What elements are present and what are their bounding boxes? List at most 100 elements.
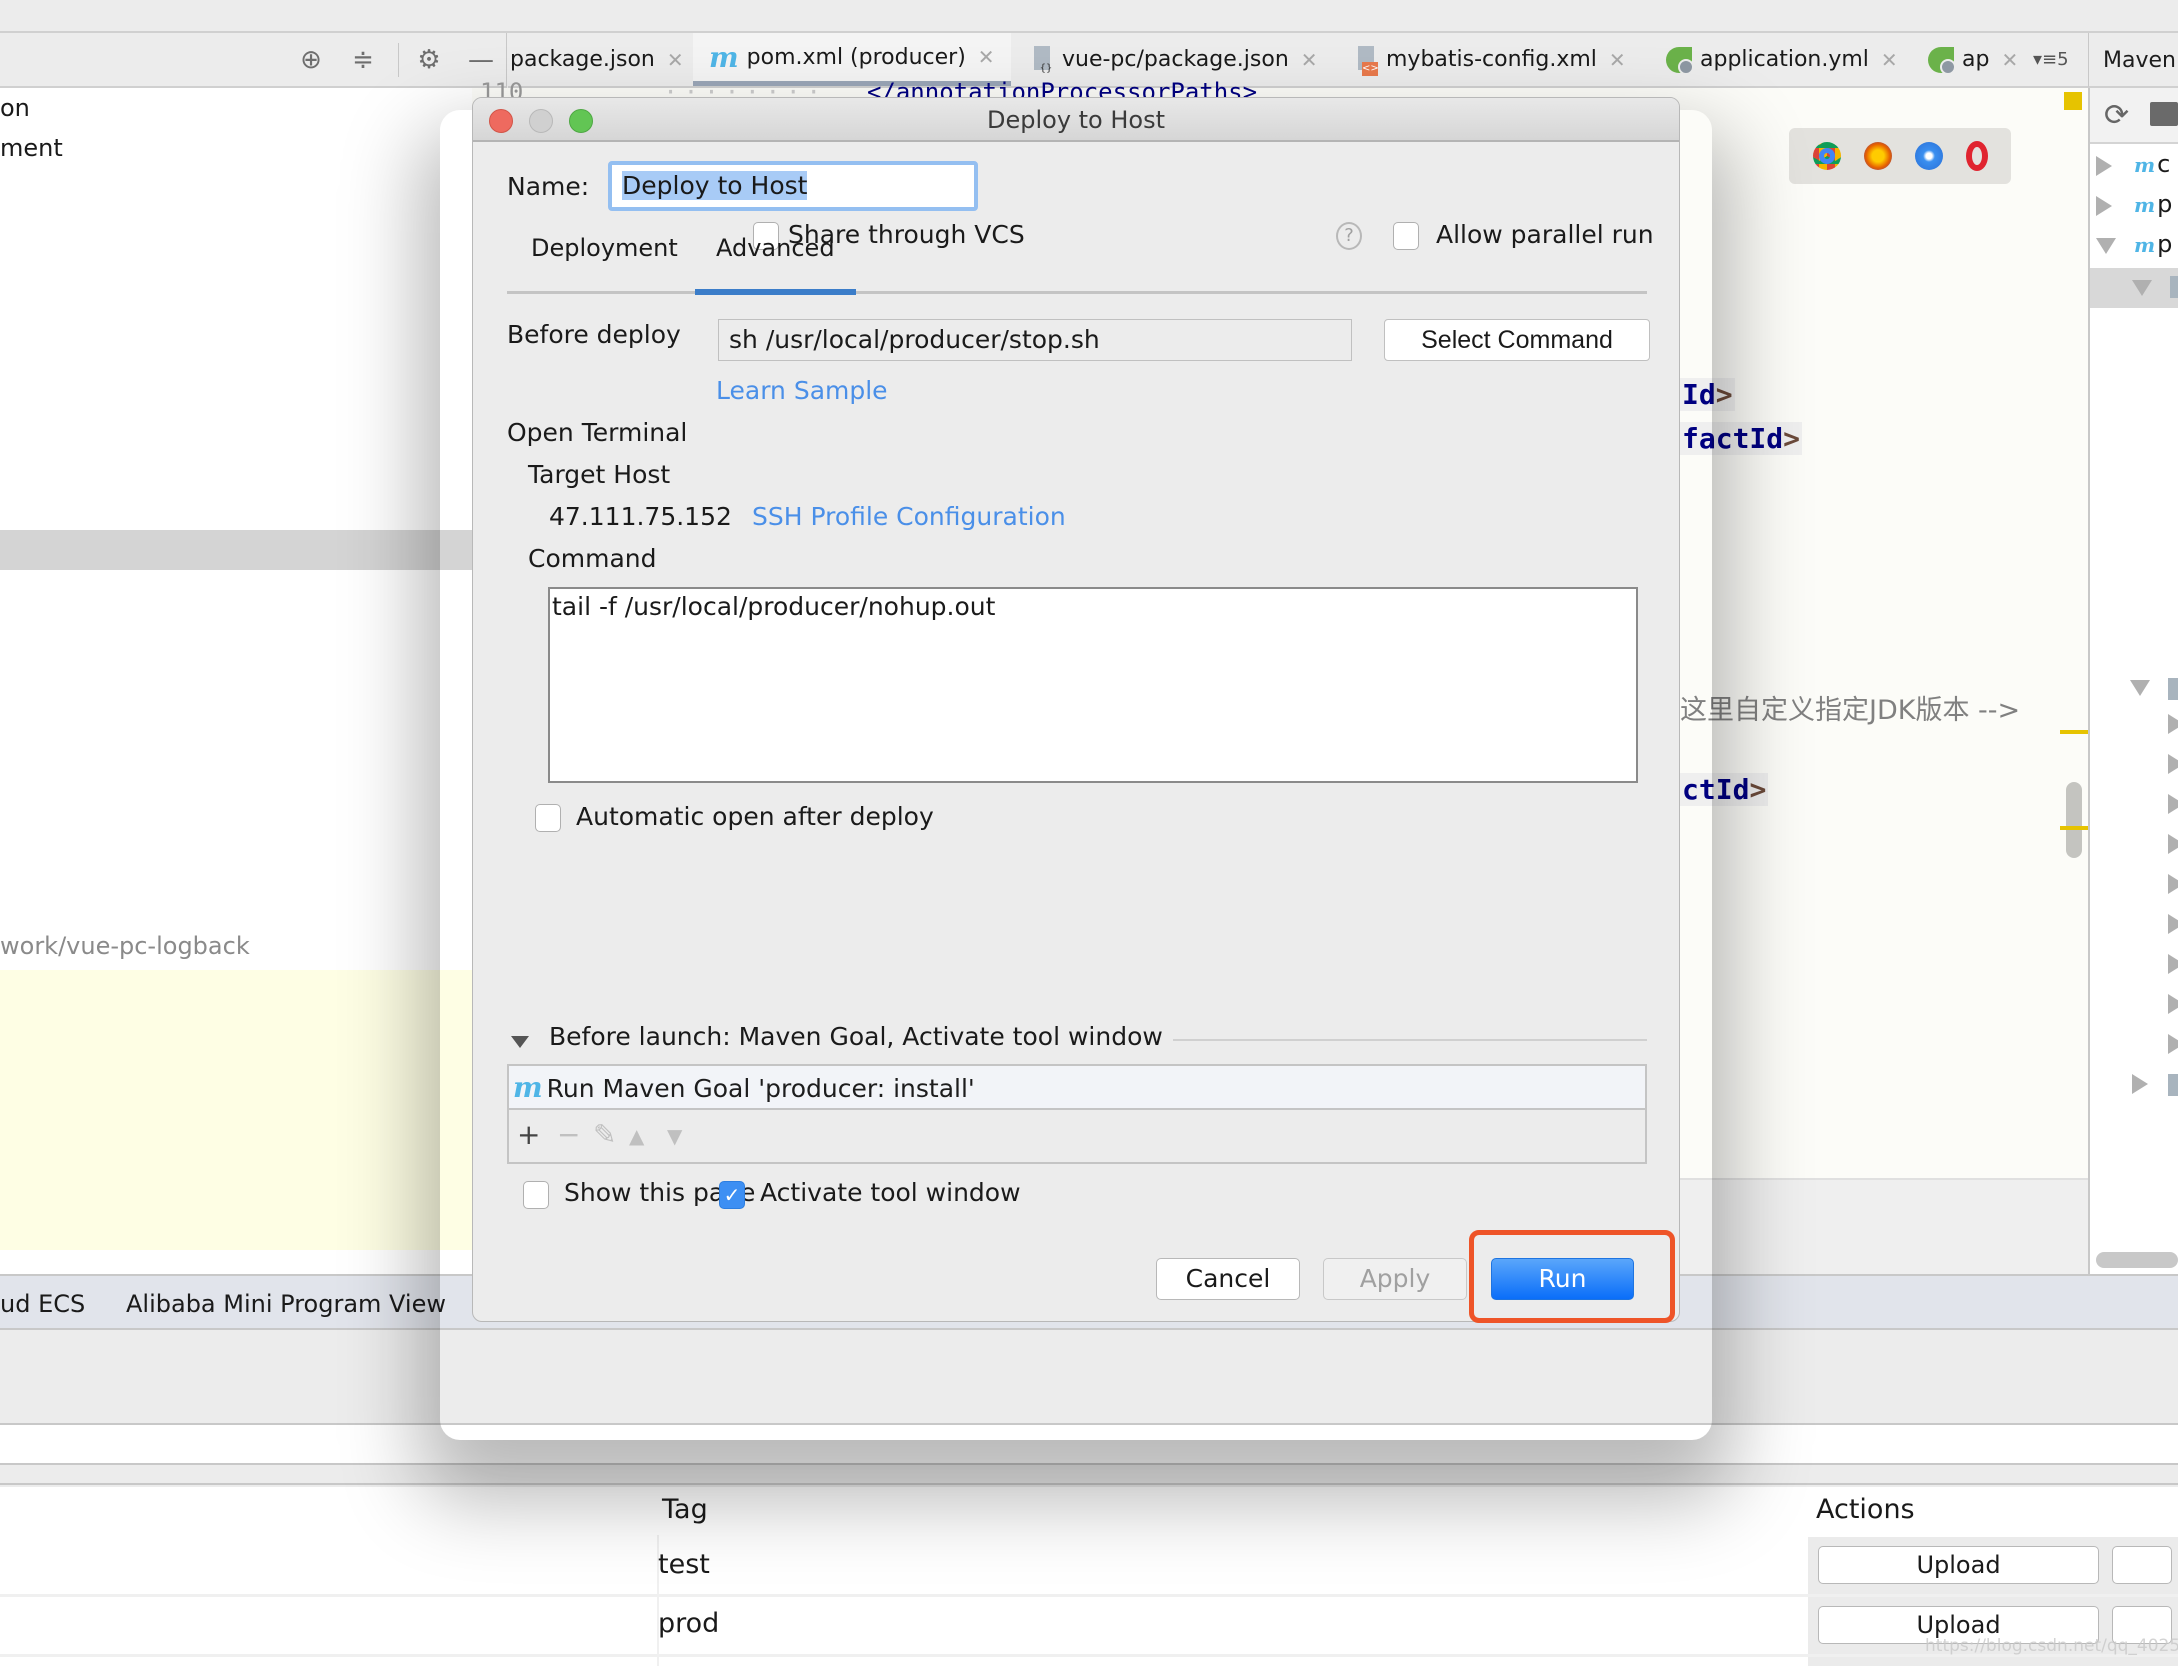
name-label: Name: bbox=[507, 172, 590, 201]
crosshair-icon[interactable]: ⊕ bbox=[296, 45, 326, 75]
project-path: work/vue-pc-logback bbox=[0, 932, 250, 960]
before-deploy-label: Before deploy bbox=[507, 320, 681, 349]
close-icon[interactable]: ✕ bbox=[2001, 48, 2018, 72]
expand-arrow-icon[interactable] bbox=[2168, 874, 2178, 894]
cancel-button[interactable]: Cancel bbox=[1156, 1258, 1300, 1300]
show-page-checkbox[interactable] bbox=[523, 1181, 549, 1209]
refresh-icon[interactable]: ⟳ bbox=[2104, 98, 2129, 133]
before-deploy-input[interactable]: sh /usr/local/producer/stop.sh bbox=[718, 319, 1352, 361]
maven-panel-title[interactable]: Maven bbox=[2088, 33, 2178, 88]
xml-file-icon: <> bbox=[1356, 45, 1379, 76]
safari-icon[interactable] bbox=[1914, 142, 1943, 170]
move-up-icon[interactable]: ▲ bbox=[629, 1124, 644, 1148]
collapse-arrow-icon[interactable] bbox=[2132, 280, 2152, 296]
error-stripe-marker[interactable] bbox=[2060, 730, 2088, 734]
expand-arrow-icon[interactable] bbox=[2096, 156, 2112, 176]
tab-ap[interactable]: ap ✕ bbox=[1928, 33, 2018, 86]
project-item[interactable]: on bbox=[0, 94, 30, 122]
editor-footer bbox=[1680, 1178, 2088, 1274]
close-icon[interactable]: ✕ bbox=[1881, 48, 1898, 72]
expand-arrow-icon[interactable] bbox=[2168, 914, 2178, 934]
watermark: https://blog.csdn.net/qq_40250122 bbox=[1925, 1636, 2178, 1656]
maven-selected-row[interactable] bbox=[2090, 268, 2178, 308]
activate-tool-checkbox[interactable]: ✓ bbox=[719, 1181, 745, 1209]
row-action-button[interactable] bbox=[2112, 1546, 2172, 1584]
firefox-icon[interactable] bbox=[1863, 142, 1892, 170]
maven-node[interactable]: mp bbox=[2134, 230, 2172, 258]
auto-open-label[interactable]: Automatic open after deploy bbox=[576, 802, 934, 831]
expand-arrow-icon[interactable] bbox=[2168, 714, 2178, 734]
maven-toolbar: ⟳ bbox=[2090, 88, 2178, 144]
minimize-icon[interactable]: — bbox=[466, 45, 496, 75]
expand-arrow-icon[interactable] bbox=[2168, 954, 2178, 974]
activate-tool-label[interactable]: Activate tool window bbox=[760, 1178, 1021, 1207]
before-launch-item[interactable]: m Run Maven Goal 'producer: install' bbox=[509, 1066, 1645, 1110]
command-textarea[interactable]: tail -f /usr/local/producer/nohup.out bbox=[548, 587, 1638, 783]
before-launch-list: m Run Maven Goal 'producer: install' + − … bbox=[507, 1064, 1647, 1164]
ssh-profile-link[interactable]: SSH Profile Configuration bbox=[752, 502, 1066, 531]
chrome-icon[interactable] bbox=[1812, 142, 1841, 170]
name-input[interactable]: Deploy to Host bbox=[608, 161, 978, 211]
maximize-window-button[interactable] bbox=[569, 109, 593, 133]
tool-window-ecs[interactable]: ud ECS bbox=[0, 1290, 85, 1318]
expand-arrow-icon[interactable] bbox=[2168, 1034, 2178, 1054]
close-icon[interactable]: ✕ bbox=[978, 45, 995, 69]
allow-parallel-label[interactable]: Allow parallel run bbox=[1436, 220, 1654, 249]
collapse-icon[interactable]: ≑ bbox=[348, 45, 378, 75]
maven-horizontal-scrollbar[interactable] bbox=[2096, 1252, 2178, 1268]
column-header-tag[interactable]: Tag bbox=[662, 1494, 708, 1525]
target-host-ip: 47.111.75.152 bbox=[549, 502, 732, 531]
apply-button[interactable]: Apply bbox=[1323, 1258, 1467, 1300]
close-icon[interactable]: ✕ bbox=[1301, 48, 1318, 72]
gear-icon[interactable]: ⚙ bbox=[414, 45, 444, 75]
expand-arrow-icon[interactable] bbox=[2168, 794, 2178, 814]
allow-parallel-checkbox[interactable] bbox=[1393, 222, 1419, 250]
before-launch-label[interactable]: Before launch: Maven Goal, Activate tool… bbox=[549, 1022, 1163, 1051]
json-file-icon: {} bbox=[1032, 45, 1054, 74]
expand-arrow-icon[interactable] bbox=[2096, 196, 2112, 216]
learn-sample-link[interactable]: Learn Sample bbox=[716, 376, 888, 405]
dialog-title-bar[interactable]: Deploy to Host bbox=[473, 98, 1679, 142]
row-divider bbox=[0, 1654, 2178, 1657]
collapse-arrow-icon[interactable] bbox=[2096, 238, 2116, 254]
opera-icon[interactable] bbox=[1965, 141, 1988, 171]
maven-node[interactable]: mc bbox=[2134, 150, 2170, 178]
edit-icon[interactable]: ✎ bbox=[593, 1118, 616, 1151]
error-stripe-marker[interactable] bbox=[2060, 826, 2088, 830]
editor-scrollbar[interactable] bbox=[2066, 782, 2082, 858]
upload-button[interactable]: Upload bbox=[1818, 1546, 2099, 1584]
tab-deployment[interactable]: Deployment bbox=[531, 234, 678, 262]
close-window-button[interactable] bbox=[489, 109, 513, 133]
tab-overflow-button[interactable]: ▾≡ 5 bbox=[2033, 33, 2069, 86]
project-selected-row[interactable] bbox=[0, 530, 472, 570]
tool-window-alibaba-mini-program[interactable]: Alibaba Mini Program View bbox=[126, 1290, 446, 1318]
help-icon[interactable]: ? bbox=[1336, 222, 1362, 250]
collapse-arrow-icon[interactable] bbox=[2130, 680, 2150, 696]
highlight-area bbox=[0, 970, 472, 1250]
expand-arrow-icon[interactable] bbox=[2132, 1074, 2148, 1094]
project-item[interactable]: ment bbox=[0, 134, 63, 162]
warning-marker[interactable] bbox=[2064, 92, 2082, 110]
collapse-section-icon[interactable] bbox=[511, 1036, 529, 1048]
column-header-actions[interactable]: Actions bbox=[1816, 1494, 1915, 1525]
table-cell-tag: test bbox=[658, 1549, 710, 1580]
folder-icon[interactable] bbox=[2150, 102, 2178, 126]
auto-open-checkbox[interactable] bbox=[535, 804, 561, 832]
close-icon[interactable]: ✕ bbox=[667, 48, 684, 72]
expand-arrow-icon[interactable] bbox=[2168, 754, 2178, 774]
add-icon[interactable]: + bbox=[517, 1118, 540, 1151]
tab-advanced[interactable]: Advanced bbox=[716, 234, 835, 262]
maven-node[interactable]: mp bbox=[2134, 190, 2172, 218]
window-top-strip bbox=[0, 0, 2178, 33]
expand-arrow-icon[interactable] bbox=[2168, 834, 2178, 854]
name-input-value: Deploy to Host bbox=[622, 171, 808, 200]
minimize-window-button[interactable] bbox=[529, 109, 553, 133]
select-command-button[interactable]: Select Command bbox=[1384, 319, 1650, 361]
expand-arrow-icon[interactable] bbox=[2168, 994, 2178, 1014]
tab-application-yml[interactable]: application.yml ✕ bbox=[1666, 33, 1898, 86]
panel-divider bbox=[0, 1467, 2178, 1485]
remove-icon[interactable]: − bbox=[557, 1118, 580, 1151]
close-icon[interactable]: ✕ bbox=[1609, 48, 1626, 72]
run-button-highlight-box bbox=[1469, 1230, 1675, 1323]
move-down-icon[interactable]: ▼ bbox=[667, 1124, 682, 1148]
